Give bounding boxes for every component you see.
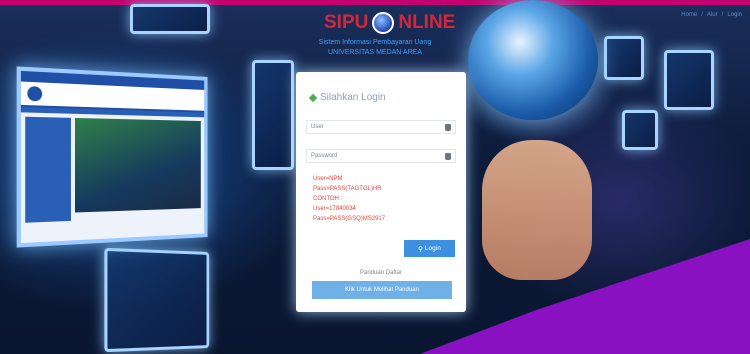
floating-screen-decor bbox=[104, 247, 210, 353]
top-accent-bar bbox=[0, 0, 750, 5]
lock-icon bbox=[445, 153, 451, 160]
nav-separator: / bbox=[721, 12, 724, 18]
university-logo-icon bbox=[27, 86, 43, 102]
hint-line: Pass=PASS(GSQ)MS2917 bbox=[313, 216, 386, 222]
app-logo: SIPU NLINE bbox=[324, 12, 455, 34]
hint-line: Pass=PASS(TAGTGL)HR bbox=[313, 186, 382, 192]
globe-illustration bbox=[468, 0, 598, 120]
bullet-icon bbox=[308, 93, 318, 102]
floating-screen-decor bbox=[664, 50, 714, 110]
panduan-label: Panduan Daftar bbox=[359, 270, 403, 276]
nav-separator: / bbox=[701, 12, 703, 18]
hint-line: User=NPM bbox=[313, 176, 343, 182]
preview-body bbox=[21, 112, 204, 227]
brand-suffix: NLINE bbox=[398, 12, 456, 33]
nav-alur-link[interactable]: Alur bbox=[707, 12, 718, 18]
username-field[interactable]: User bbox=[306, 120, 456, 134]
hint-line: User=17840034 bbox=[313, 206, 356, 212]
user-icon bbox=[445, 124, 451, 131]
key-icon: ⚲ bbox=[418, 245, 423, 253]
hint-line: CONTOH : bbox=[313, 196, 343, 202]
preview-sidebar bbox=[25, 116, 71, 223]
login-panel: Silahkan Login User Password User=NPM Pa… bbox=[296, 72, 466, 312]
subtitle-line-2: UNIVERSITAS MEDAN AREA bbox=[327, 49, 422, 56]
subtitle-line-1: Sistem Informasi Pembayaran Uang bbox=[318, 39, 432, 46]
website-preview-screen bbox=[16, 66, 208, 248]
panduan-button[interactable]: Klik Untuk Melihat Panduan bbox=[312, 281, 452, 299]
globe-logo-icon bbox=[372, 12, 395, 34]
password-placeholder: Password bbox=[311, 153, 338, 159]
app-subtitle: Sistem Informasi Pembayaran Uang UNIVERS… bbox=[300, 38, 450, 58]
login-title: Silahkan Login bbox=[308, 92, 386, 103]
panduan-button-label: Klik Untuk Melihat Panduan bbox=[345, 287, 419, 293]
password-field[interactable]: Password bbox=[306, 149, 456, 163]
username-placeholder: User bbox=[311, 124, 324, 130]
hand-illustration bbox=[482, 140, 592, 280]
login-hint: User=NPM Pass=PASS(TAGTGL)HR CONTOH : Us… bbox=[313, 174, 385, 224]
floating-screen-decor bbox=[252, 60, 294, 170]
login-button-label: Login bbox=[424, 245, 441, 252]
nav-home-link[interactable]: Home bbox=[681, 12, 697, 18]
brand-prefix: SIPU bbox=[324, 12, 369, 33]
login-button[interactable]: ⚲ Login bbox=[404, 240, 455, 257]
top-nav: Home / Alur / Login bbox=[681, 12, 742, 18]
floating-screen-decor bbox=[604, 36, 644, 80]
preview-graduation-photo bbox=[74, 117, 201, 213]
floating-screen-decor bbox=[130, 4, 210, 34]
login-title-text: Silahkan Login bbox=[320, 92, 386, 103]
floating-screen-decor bbox=[622, 110, 658, 150]
nav-login-link[interactable]: Login bbox=[727, 12, 742, 18]
